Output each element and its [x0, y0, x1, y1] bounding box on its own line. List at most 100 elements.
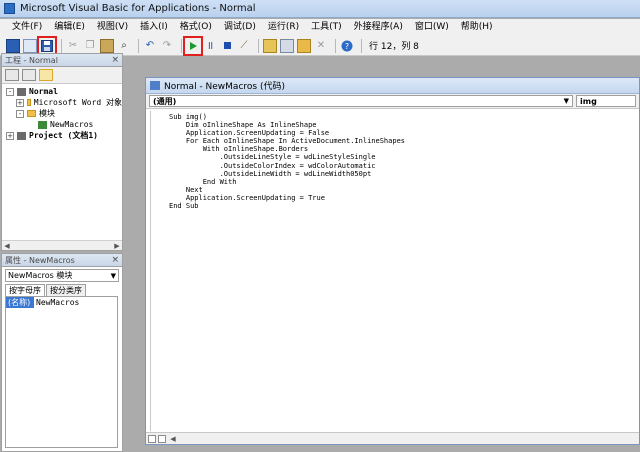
- redo-icon[interactable]: ↷: [160, 39, 174, 53]
- mdi-workspace: Normal - NewMacros (代码) (通用) ▼ img Sub i…: [127, 57, 640, 452]
- expand-icon[interactable]: +: [6, 132, 14, 140]
- design-mode-icon[interactable]: ⟋: [237, 39, 251, 53]
- code-line: Dim oInlineShape As InlineShape: [169, 121, 639, 129]
- toolbar-separator: [335, 39, 336, 53]
- title-bar: Microsoft Visual Basic for Applications …: [0, 0, 640, 18]
- object-selector-value: NewMacros 模块: [8, 270, 72, 281]
- tree-item-word-objects[interactable]: + Microsoft Word 对象: [6, 97, 122, 108]
- cut-icon[interactable]: ✂: [66, 39, 80, 53]
- menu-window[interactable]: 窗口(W): [409, 19, 455, 36]
- tab-alphabetic[interactable]: 按字母序: [5, 284, 45, 296]
- toolbar-separator: [361, 39, 362, 53]
- object-browser-icon[interactable]: [297, 39, 311, 53]
- code-hscroll[interactable]: ◀: [146, 432, 639, 444]
- tree-item-newmacros[interactable]: NewMacros: [6, 119, 122, 130]
- code-line: Application.ScreenUpdating = True: [169, 194, 639, 202]
- close-icon[interactable]: ×: [111, 55, 119, 65]
- project-explorer-header: 工程 - Normal ×: [2, 54, 122, 67]
- tree-item-project-doc1[interactable]: + Project (文档1): [6, 130, 122, 141]
- collapse-icon[interactable]: -: [6, 88, 14, 96]
- view-object-button[interactable]: [22, 69, 36, 81]
- tree-item-label: Microsoft Word 对象: [34, 97, 122, 108]
- svg-text:?: ?: [345, 42, 349, 51]
- code-window: Normal - NewMacros (代码) (通用) ▼ img Sub i…: [145, 77, 640, 445]
- full-module-view-button[interactable]: [158, 435, 166, 443]
- chevron-down-icon: ▼: [564, 97, 569, 105]
- menu-addins[interactable]: 外接程序(A): [348, 19, 409, 36]
- insert-module-icon[interactable]: [23, 39, 37, 53]
- cursor-position: 行 12，列 8: [369, 39, 419, 52]
- find-icon[interactable]: ⌕: [117, 39, 131, 53]
- view-code-button[interactable]: [5, 69, 19, 81]
- menu-bar: 文件(F) 编辑(E) 视图(V) 插入(I) 格式(O) 调试(D) 运行(R…: [0, 19, 640, 36]
- folder-icon: [27, 110, 36, 117]
- tree-item-label: NewMacros: [50, 120, 93, 129]
- properties-window-icon[interactable]: [280, 39, 294, 53]
- paste-icon[interactable]: [100, 39, 114, 53]
- tab-categorized[interactable]: 按分类序: [46, 284, 86, 296]
- code-window-titlebar[interactable]: Normal - NewMacros (代码): [146, 78, 639, 94]
- collapse-icon[interactable]: -: [16, 110, 24, 118]
- stop-icon: [223, 41, 232, 50]
- properties-window: 属性 - NewMacros × NewMacros 模块 ▼ 按字母序 按分类…: [1, 253, 123, 452]
- run-button[interactable]: [186, 39, 200, 53]
- procedure-combo[interactable]: img: [576, 95, 636, 107]
- code-editor[interactable]: Sub img() Dim oInlineShape As InlineShap…: [150, 111, 639, 431]
- view-word-icon[interactable]: [6, 39, 20, 53]
- toolbar-separator: [258, 39, 259, 53]
- menu-help[interactable]: 帮助(H): [455, 19, 499, 36]
- project-hscroll[interactable]: ◀ ▶: [2, 240, 122, 250]
- menu-file[interactable]: 文件(F): [6, 19, 48, 36]
- properties-tabs: 按字母序 按分类序: [2, 284, 122, 296]
- scroll-left-icon[interactable]: ◀: [2, 241, 12, 251]
- folder-icon: [27, 99, 31, 106]
- code-line: .OutsideLineWidth = wdLineWidth050pt: [169, 170, 639, 178]
- expand-icon[interactable]: +: [16, 99, 24, 107]
- menu-tools[interactable]: 工具(T): [305, 19, 348, 36]
- code-line: Application.ScreenUpdating = False: [169, 129, 639, 137]
- tree-item-normal[interactable]: - Normal: [6, 86, 122, 97]
- tree-item-label: Normal: [29, 87, 58, 96]
- close-icon[interactable]: ×: [111, 255, 119, 265]
- reset-icon[interactable]: [220, 39, 234, 53]
- view-buttons: [148, 435, 168, 443]
- project-explorer: 工程 - Normal × - Normal + Microsoft Word …: [1, 53, 123, 251]
- menu-insert[interactable]: 插入(I): [134, 19, 174, 36]
- menu-debug[interactable]: 调试(D): [218, 19, 262, 36]
- menu-edit[interactable]: 编辑(E): [48, 19, 91, 36]
- module-icon: [38, 121, 47, 129]
- code-line: Sub img(): [169, 113, 639, 121]
- menu-format[interactable]: 格式(O): [174, 19, 218, 36]
- scroll-left-icon[interactable]: ◀: [168, 434, 178, 444]
- save-button[interactable]: [40, 39, 54, 53]
- code-line: .OutsideLineStyle = wdLineStyleSingle: [169, 153, 639, 161]
- toolbox-icon[interactable]: ✕: [314, 39, 328, 53]
- window-title: Microsoft Visual Basic for Applications …: [20, 3, 256, 14]
- project-explorer-toolbar: [2, 67, 122, 84]
- object-combo[interactable]: (通用) ▼: [149, 95, 573, 107]
- copy-icon[interactable]: ❐: [83, 39, 97, 53]
- property-row[interactable]: (名称) NewMacros: [6, 297, 117, 308]
- chevron-down-icon: ▼: [111, 272, 116, 280]
- properties-title: 属性 - NewMacros: [5, 255, 75, 266]
- property-name: (名称): [6, 297, 34, 308]
- undo-icon[interactable]: ↶: [143, 39, 157, 53]
- break-icon[interactable]: ॥: [203, 39, 217, 53]
- toolbar-separator: [181, 39, 182, 53]
- code-line: Next: [169, 186, 639, 194]
- tree-item-modules[interactable]: - 模块: [6, 108, 122, 119]
- code-combos: (通用) ▼ img: [146, 94, 639, 109]
- menu-run[interactable]: 运行(R): [262, 19, 305, 36]
- menu-view[interactable]: 视图(V): [91, 19, 134, 36]
- code-line: End Sub: [169, 202, 639, 210]
- question-icon: ?: [341, 40, 353, 52]
- code-line: End With: [169, 178, 639, 186]
- property-value[interactable]: NewMacros: [34, 298, 79, 307]
- object-selector[interactable]: NewMacros 模块 ▼: [5, 269, 119, 282]
- toggle-folders-button[interactable]: [39, 69, 53, 81]
- scroll-right-icon[interactable]: ▶: [112, 241, 122, 251]
- procedure-view-button[interactable]: [148, 435, 156, 443]
- help-icon[interactable]: ?: [340, 39, 354, 53]
- code-line: For Each oInlineShape In ActiveDocument.…: [169, 137, 639, 145]
- project-explorer-icon[interactable]: [263, 39, 277, 53]
